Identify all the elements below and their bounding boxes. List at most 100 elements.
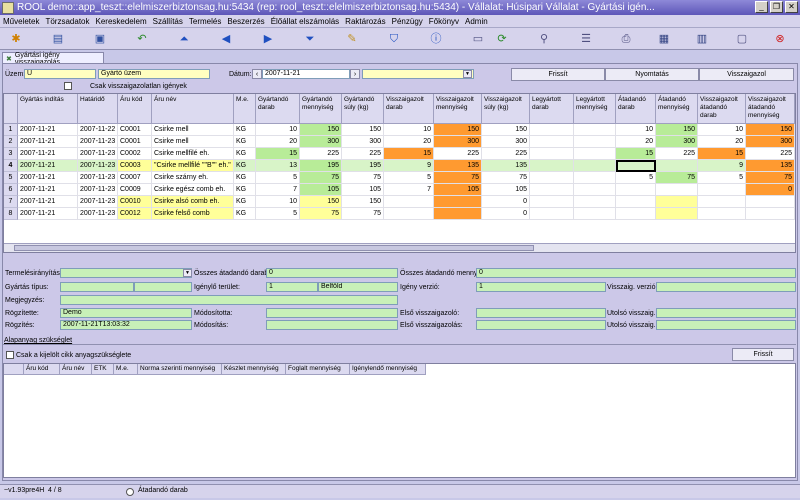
cell-unit[interactable]: KG [234, 136, 256, 148]
cell-made-qty[interactable] [574, 148, 616, 160]
new-icon[interactable]: ✱ [8, 31, 24, 47]
megjegyzes-field[interactable] [60, 295, 398, 305]
cell-qty[interactable]: 75 [300, 208, 342, 220]
date-select[interactable] [362, 69, 474, 79]
cell-conf-handover-qty[interactable]: 150 [746, 124, 795, 136]
cell-item-code[interactable]: C0009 [118, 184, 152, 196]
cell-made-qty[interactable] [574, 124, 616, 136]
cell-conf-pcs[interactable]: 5 [384, 172, 434, 184]
materials-refresh-button[interactable]: Frissít [732, 348, 794, 361]
cell-handover-pcs[interactable]: 15 [616, 148, 656, 160]
cell-qty-pcs[interactable]: 20 [256, 136, 300, 148]
cell-conf-handover-qty[interactable]: 300 [746, 136, 795, 148]
cell-conf-handover-pcs[interactable] [698, 184, 746, 196]
cell-unit[interactable]: KG [234, 208, 256, 220]
termelesiranyitas-select[interactable] [60, 268, 192, 278]
cell-handover-qty[interactable] [656, 160, 698, 172]
col-header[interactable]: Áru név [152, 94, 234, 124]
cell-made-pcs[interactable] [530, 208, 574, 220]
chevron-down-icon[interactable]: ▼ [463, 70, 472, 78]
cell-item-code[interactable]: C0001 [118, 124, 152, 136]
menu-termeles[interactable]: Termelés [189, 17, 221, 26]
col-header[interactable]: Visszaigazolt átadandó darab [698, 94, 746, 124]
window-icon[interactable]: ▭ [470, 31, 486, 47]
production-grid[interactable]: Gyártás indítás Határidő Áru kód Áru név… [3, 93, 796, 253]
cell-conf-weight[interactable]: 0 [482, 196, 530, 208]
col-header[interactable]: Visszaigazolt mennyiség [434, 94, 482, 124]
cell-item-name[interactable]: Csirke szárny eh. [152, 172, 234, 184]
cell-made-pcs[interactable] [530, 172, 574, 184]
cell-deadline[interactable]: 2007-11-23 [78, 172, 118, 184]
info-icon[interactable]: ⓘ [428, 31, 444, 47]
row-header[interactable]: 3 [4, 148, 18, 160]
col-header[interactable]: Gyártandó darab [256, 94, 300, 124]
col-header[interactable]: Határidő [78, 94, 118, 124]
cell-item-code[interactable]: C0007 [118, 172, 152, 184]
cell-conf-handover-qty[interactable]: 225 [746, 148, 795, 160]
cell-conf-handover-qty[interactable]: 0 [746, 184, 795, 196]
cell-start-date[interactable]: 2007-11-21 [18, 196, 78, 208]
material-col-header[interactable]: Igénylendő mennyiség [350, 364, 426, 375]
cell-conf-weight[interactable]: 135 [482, 160, 530, 172]
gyartas-tipus-name[interactable] [134, 282, 192, 292]
cell-start-date[interactable]: 2007-11-21 [18, 172, 78, 184]
cell-item-name[interactable]: Csirke alsó comb eh. [152, 196, 234, 208]
cell-conf-handover-qty[interactable] [746, 196, 795, 208]
last-record-icon[interactable]: ⏷ [302, 31, 318, 47]
cell-start-date[interactable]: 2007-11-21 [18, 208, 78, 220]
next-record-icon[interactable]: ▶ [260, 31, 276, 47]
cell-handover-pcs[interactable]: 10 [616, 124, 656, 136]
col-header[interactable]: Átadandó darab [616, 94, 656, 124]
cell-weight[interactable]: 150 [342, 124, 384, 136]
cell-item-name[interactable]: Csirke egész comb eh. [152, 184, 234, 196]
menu-penzugy[interactable]: Pénzügy [392, 17, 423, 26]
atadando-radio[interactable] [126, 488, 134, 496]
exit-icon[interactable]: ⊗ [772, 31, 788, 47]
cell-qty[interactable]: 300 [300, 136, 342, 148]
cell-weight[interactable]: 105 [342, 184, 384, 196]
cell-qty-pcs[interactable]: 15 [256, 148, 300, 160]
cell-made-qty[interactable] [574, 208, 616, 220]
cell-item-code[interactable]: C0001 [118, 136, 152, 148]
cell-conf-weight[interactable]: 300 [482, 136, 530, 148]
search-icon[interactable]: ⚲ [536, 31, 552, 47]
cell-conf-pcs[interactable] [384, 196, 434, 208]
cell-unit[interactable]: KG [234, 160, 256, 172]
col-header[interactable]: M.e. [234, 94, 256, 124]
cell-conf-pcs[interactable]: 9 [384, 160, 434, 172]
cell-unit[interactable]: KG [234, 148, 256, 160]
cell-qty-pcs[interactable]: 7 [256, 184, 300, 196]
menu-eloallat[interactable]: Élőállat elszámolás [271, 17, 339, 26]
cell-handover-qty[interactable]: 150 [656, 124, 698, 136]
cell-handover-qty[interactable] [656, 184, 698, 196]
col-header[interactable]: Visszaigazolt átadandó mennyiség [746, 94, 795, 124]
cell-start-date[interactable]: 2007-11-21 [18, 136, 78, 148]
cell-conf-qty[interactable] [434, 196, 482, 208]
cell-conf-weight[interactable]: 75 [482, 172, 530, 184]
cell-deadline[interactable]: 2007-11-23 [78, 148, 118, 160]
cell-handover-pcs[interactable]: 20 [616, 136, 656, 148]
cell-conf-pcs[interactable]: 20 [384, 136, 434, 148]
print-icon[interactable]: ⎙ [618, 31, 634, 47]
cell-start-date[interactable]: 2007-11-21 [18, 124, 78, 136]
only-selected-checkbox[interactable] [6, 351, 14, 359]
col-header[interactable]: Átadandó mennyiség [656, 94, 698, 124]
cell-unit[interactable]: KG [234, 124, 256, 136]
cell-made-pcs[interactable] [530, 148, 574, 160]
cell-item-code[interactable]: C0002 [118, 148, 152, 160]
date-prev-button[interactable]: ‹ [252, 69, 262, 79]
cell-start-date[interactable]: 2007-11-21 [18, 184, 78, 196]
material-col-header[interactable]: Áru kód [24, 364, 60, 375]
delete-icon[interactable]: ⛉ [386, 31, 402, 47]
cell-qty-pcs[interactable]: 10 [256, 124, 300, 136]
open-icon[interactable]: ▤ [50, 31, 66, 47]
cell-unit[interactable]: KG [234, 172, 256, 184]
cell-handover-qty[interactable]: 225 [656, 148, 698, 160]
cell-handover-pcs[interactable] [616, 160, 656, 172]
cell-conf-handover-pcs[interactable]: 10 [698, 124, 746, 136]
cell-made-qty[interactable] [574, 172, 616, 184]
scroll-thumb[interactable] [14, 245, 534, 251]
refresh-button[interactable]: Frissít [511, 68, 605, 81]
layout-icon[interactable]: ▢ [734, 31, 750, 47]
cell-handover-pcs[interactable] [616, 208, 656, 220]
